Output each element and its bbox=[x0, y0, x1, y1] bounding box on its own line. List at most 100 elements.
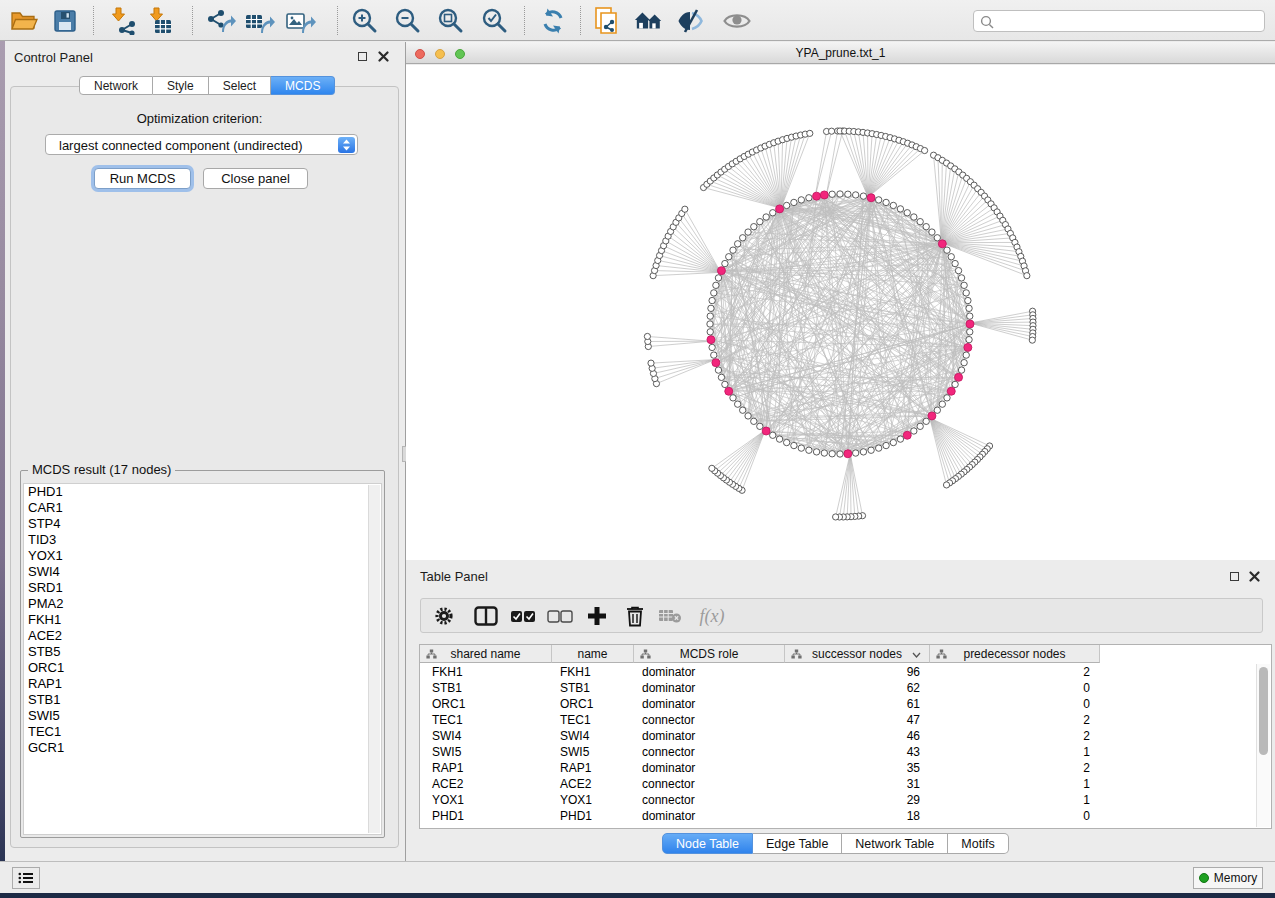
close-panel-button[interactable]: Close panel bbox=[203, 168, 308, 189]
mcds-result-item[interactable]: TID3 bbox=[24, 532, 381, 548]
table-toolbar: f(x) bbox=[420, 598, 1263, 633]
table-cell: SWI4 bbox=[420, 728, 552, 744]
table-scrollbar[interactable] bbox=[1256, 664, 1270, 827]
zoom-selected-icon[interactable] bbox=[480, 7, 510, 35]
table-cell: dominator bbox=[634, 680, 785, 696]
delete-table-icon[interactable] bbox=[657, 604, 683, 628]
refresh-layout-icon[interactable] bbox=[538, 7, 568, 35]
table-cell: 61 bbox=[785, 696, 930, 712]
export-network-icon[interactable] bbox=[206, 7, 236, 35]
zoom-in-icon[interactable] bbox=[350, 7, 380, 35]
table-row[interactable]: FKH1FKH1dominator962 bbox=[420, 664, 1258, 680]
table-row[interactable]: SWI5SWI5connector431 bbox=[420, 744, 1258, 760]
mcds-result-item[interactable]: ORC1 bbox=[24, 660, 381, 676]
tab-style[interactable]: Style bbox=[153, 76, 209, 95]
mcds-result-item[interactable]: SWI5 bbox=[24, 708, 381, 724]
mcds-result-item[interactable]: TEC1 bbox=[24, 724, 381, 740]
mcds-result-item[interactable]: PMA2 bbox=[24, 596, 381, 612]
save-icon[interactable] bbox=[50, 7, 80, 35]
mcds-result-item[interactable]: STP4 bbox=[24, 516, 381, 532]
column-header-predecessor-nodes[interactable]: predecessor nodes bbox=[930, 645, 1100, 663]
tab-network-table[interactable]: Network Table bbox=[842, 833, 948, 854]
home-icon[interactable] bbox=[634, 7, 664, 35]
table-scrollbar-thumb[interactable] bbox=[1259, 667, 1268, 755]
node-table[interactable]: shared name name MCDS role successor nod… bbox=[419, 644, 1272, 829]
table-row[interactable]: ACE2ACE2connector311 bbox=[420, 776, 1258, 792]
table-cell: 1 bbox=[930, 776, 1100, 792]
zoom-out-icon[interactable] bbox=[393, 7, 423, 35]
tab-node-table[interactable]: Node Table bbox=[662, 833, 753, 854]
mcds-result-item[interactable]: CAR1 bbox=[24, 500, 381, 516]
control-panel: Control Panel NetworkStyleSelectMCDS Opt… bbox=[5, 42, 405, 861]
float-panel-icon[interactable] bbox=[358, 52, 367, 61]
show-panel-icon[interactable] bbox=[722, 7, 752, 35]
optimization-criterion-value: largest connected component (undirected) bbox=[59, 138, 303, 153]
tab-mcds[interactable]: MCDS bbox=[271, 76, 335, 95]
tab-edge-table[interactable]: Edge Table bbox=[753, 833, 842, 854]
table-cell: RAP1 bbox=[552, 760, 634, 776]
mcds-result-item[interactable]: SRD1 bbox=[24, 580, 381, 596]
table-row[interactable]: PHD1PHD1dominator180 bbox=[420, 808, 1258, 824]
close-panel-icon[interactable] bbox=[378, 51, 389, 62]
column-header-shared-name[interactable]: shared name bbox=[420, 645, 552, 663]
mcds-result-item[interactable]: PHD1 bbox=[24, 484, 381, 500]
table-cell: 46 bbox=[785, 728, 930, 744]
table-settings-icon[interactable] bbox=[431, 604, 457, 628]
delete-column-icon[interactable] bbox=[622, 604, 648, 628]
search-input[interactable] bbox=[998, 12, 1258, 30]
network-canvas[interactable] bbox=[406, 65, 1275, 560]
table-row[interactable]: ORC1ORC1dominator610 bbox=[420, 696, 1258, 712]
optimization-criterion-select[interactable]: largest connected component (undirected) bbox=[45, 134, 358, 155]
import-table-icon[interactable] bbox=[144, 7, 174, 35]
show-columns-icon[interactable] bbox=[473, 604, 499, 628]
mcds-result-item[interactable]: ACE2 bbox=[24, 628, 381, 644]
table-cell: 29 bbox=[785, 792, 930, 808]
column-header-name[interactable]: name bbox=[552, 645, 634, 663]
run-mcds-button[interactable]: Run MCDS bbox=[94, 168, 191, 189]
table-cell: TEC1 bbox=[420, 712, 552, 728]
table-cell: 35 bbox=[785, 760, 930, 776]
select-all-columns-icon[interactable] bbox=[510, 604, 536, 628]
mcds-result-item[interactable]: STB1 bbox=[24, 692, 381, 708]
search-field[interactable] bbox=[973, 10, 1265, 32]
table-cell: 2 bbox=[930, 728, 1100, 744]
mcds-result-item[interactable]: FKH1 bbox=[24, 612, 381, 628]
column-header-successor-nodes[interactable]: successor nodes bbox=[785, 645, 930, 663]
mcds-result-list[interactable]: PHD1CAR1STP4TID3YOX1SWI4SRD1PMA2FKH1ACE2… bbox=[23, 483, 382, 835]
table-cell: 96 bbox=[785, 664, 930, 680]
close-table-panel-icon[interactable] bbox=[1249, 571, 1260, 582]
create-column-icon[interactable] bbox=[584, 604, 610, 628]
open-folder-icon[interactable] bbox=[9, 7, 39, 35]
export-table-icon[interactable] bbox=[245, 7, 275, 35]
show-panels-button[interactable] bbox=[12, 867, 40, 889]
tab-select[interactable]: Select bbox=[209, 76, 271, 95]
clone-network-icon[interactable] bbox=[593, 7, 623, 35]
float-table-panel-icon[interactable] bbox=[1230, 572, 1239, 581]
memory-button[interactable]: Memory bbox=[1193, 867, 1263, 889]
table-cell: connector bbox=[634, 776, 785, 792]
table-row[interactable]: RAP1RAP1dominator352 bbox=[420, 760, 1258, 776]
hide-panel-icon[interactable] bbox=[676, 7, 706, 35]
tab-network[interactable]: Network bbox=[79, 76, 153, 95]
mcds-result-item[interactable]: RAP1 bbox=[24, 676, 381, 692]
zoom-fit-icon[interactable] bbox=[436, 7, 466, 35]
mcds-result-item[interactable]: GCR1 bbox=[24, 740, 381, 756]
table-cell: ACE2 bbox=[552, 776, 634, 792]
unselect-all-columns-icon[interactable] bbox=[547, 604, 573, 628]
mcds-result-item[interactable]: SWI4 bbox=[24, 564, 381, 580]
function-builder-icon[interactable]: f(x) bbox=[695, 604, 729, 628]
network-graph bbox=[406, 65, 1275, 560]
mcds-result-item[interactable]: YOX1 bbox=[24, 548, 381, 564]
table-row[interactable]: SWI4SWI4dominator462 bbox=[420, 728, 1258, 744]
mcds-result-scrollbar[interactable] bbox=[368, 485, 380, 833]
tab-motifs[interactable]: Motifs bbox=[948, 833, 1008, 854]
import-network-icon[interactable] bbox=[108, 7, 138, 35]
table-row[interactable]: YOX1YOX1connector291 bbox=[420, 792, 1258, 808]
table-cell: SWI5 bbox=[552, 744, 634, 760]
table-row[interactable]: STB1STB1dominator620 bbox=[420, 680, 1258, 696]
table-row[interactable]: TEC1TEC1connector472 bbox=[420, 712, 1258, 728]
table-cell: 0 bbox=[930, 808, 1100, 824]
export-image-icon[interactable] bbox=[286, 7, 316, 35]
mcds-result-item[interactable]: STB5 bbox=[24, 644, 381, 660]
column-header-mcds-role[interactable]: MCDS role bbox=[634, 645, 785, 663]
